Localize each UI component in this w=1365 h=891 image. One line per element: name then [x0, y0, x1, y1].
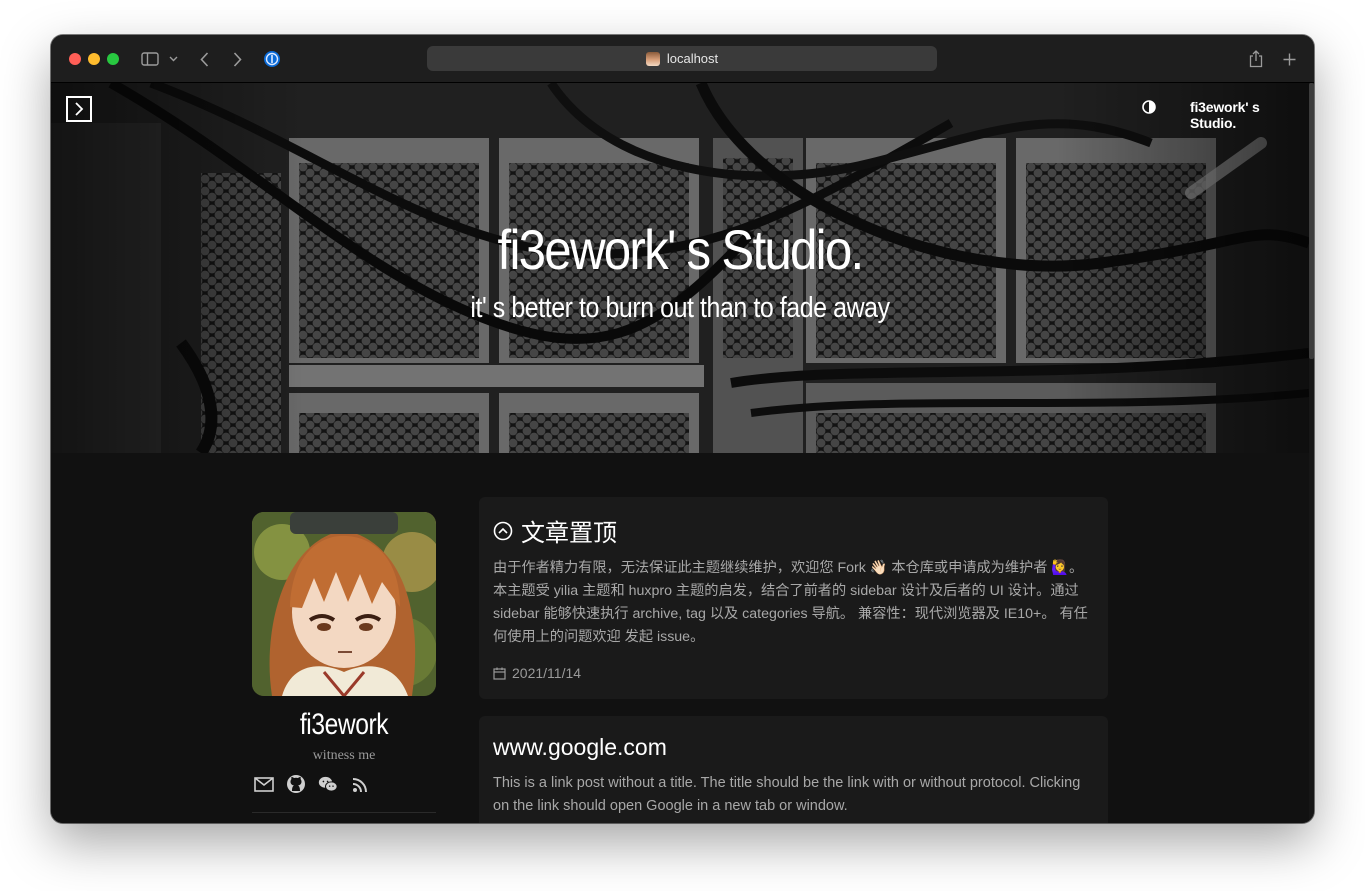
post-card-link[interactable]: www.google.com This is a link post witho… — [479, 716, 1108, 823]
back-icon[interactable] — [196, 48, 212, 70]
chevron-down-icon[interactable] — [167, 48, 179, 70]
pin-up-icon — [493, 521, 513, 540]
address-bar[interactable]: localhost — [427, 46, 937, 71]
profile-divider — [252, 812, 436, 813]
main-content: fi3ework witness me 文章置顶 由于作者精力有限，无法保证此主… — [51, 453, 1309, 823]
zoom-window-button[interactable] — [107, 53, 119, 65]
close-window-button[interactable] — [69, 53, 81, 65]
hero-subtitle: it' s better to burn out than to fade aw… — [470, 292, 890, 324]
browser-window: localhost fi3ework' s Studio. fi3ework' … — [51, 35, 1314, 823]
post-title-text: 文章置顶 — [521, 520, 617, 547]
browser-titlebar: localhost — [51, 35, 1314, 83]
calendar-icon — [493, 667, 506, 680]
chevron-right-icon — [75, 102, 84, 116]
password-manager-icon[interactable] — [262, 48, 282, 70]
post-date: 2021/11/14 — [493, 665, 581, 681]
share-icon[interactable] — [1247, 48, 1265, 70]
post-title-link[interactable]: www.google.com — [493, 734, 667, 761]
open-sidebar-button[interactable] — [66, 96, 92, 122]
nav-brand-link[interactable]: fi3ework' s Studio. — [1190, 99, 1309, 131]
address-text: localhost — [666, 51, 719, 66]
sidebar-toggle-icon[interactable] — [140, 48, 160, 70]
author-name: fi3ework — [299, 708, 389, 741]
minimize-window-button[interactable] — [88, 53, 100, 65]
forward-icon[interactable] — [229, 48, 245, 70]
new-tab-icon[interactable] — [1280, 48, 1298, 70]
hero-title: fi3ework' s Studio. — [497, 218, 865, 281]
theme-toggle-icon[interactable] — [1142, 100, 1156, 114]
post-date-text: 2021/11/14 — [512, 665, 582, 681]
social-links — [252, 774, 436, 794]
post-excerpt: This is a link post without a title. The… — [493, 775, 1081, 814]
page-scrollbar-thumb[interactable] — [1309, 83, 1314, 359]
post-excerpt: 由于作者精力有限，无法保证此主题继续维护，欢迎您 Fork 👋🏻 本仓库或申请成… — [493, 560, 1088, 645]
profile-sidebar: fi3ework witness me — [252, 512, 436, 794]
mail-icon[interactable] — [254, 774, 274, 794]
post-card-pinned[interactable]: 文章置顶 由于作者精力有限，无法保证此主题继续维护，欢迎您 Fork 👋🏻 本仓… — [479, 497, 1108, 699]
avatar-illustration — [252, 512, 436, 696]
rss-icon[interactable] — [350, 774, 370, 794]
github-icon[interactable] — [286, 774, 306, 794]
site-favicon — [645, 51, 660, 66]
wechat-icon[interactable] — [318, 774, 338, 794]
avatar[interactable] — [252, 512, 436, 696]
author-motto: witness me — [312, 748, 376, 763]
post-title[interactable]: 文章置顶 — [493, 513, 617, 548]
hero-banner: fi3ework' s Studio. fi3ework' s Studio. … — [51, 83, 1309, 453]
